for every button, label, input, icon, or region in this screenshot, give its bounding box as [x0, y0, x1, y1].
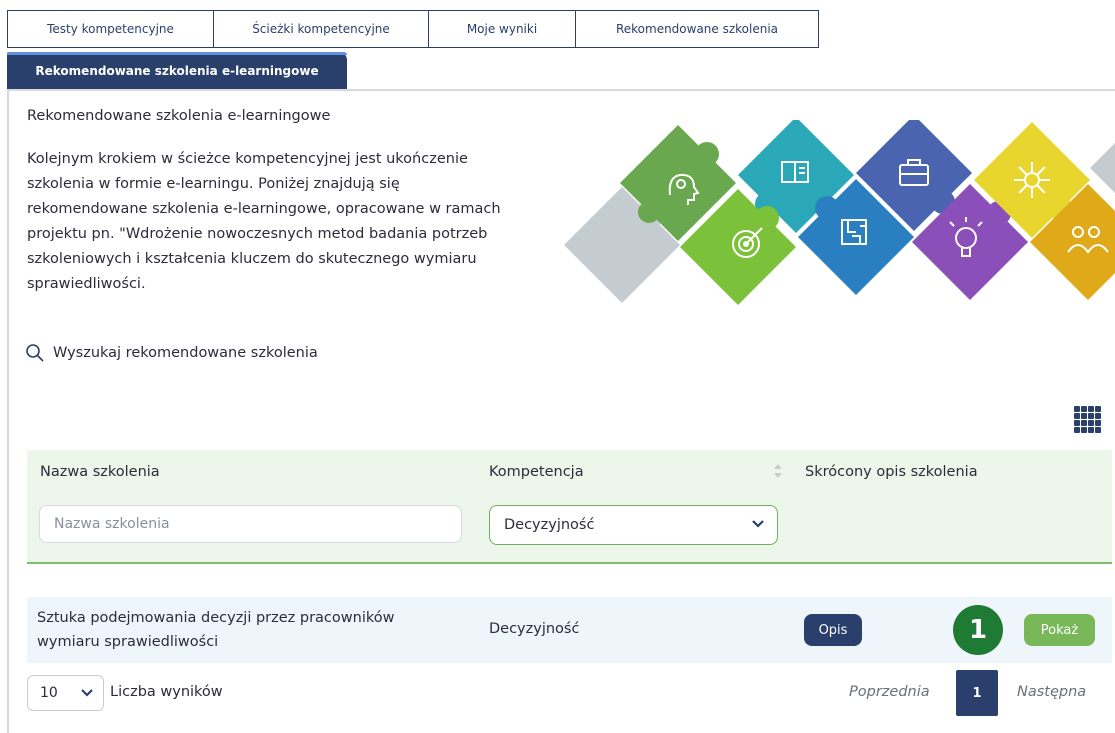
search-icon	[26, 344, 44, 362]
count-badge: 1	[953, 605, 1003, 655]
description-button[interactable]: Opis	[804, 614, 862, 646]
grid-view-icon[interactable]	[1074, 406, 1102, 434]
column-header-description: Skrócony opis szkolenia	[805, 464, 978, 480]
tab-testy-kompetencyjne[interactable]: Testy kompetencyjne	[7, 10, 213, 48]
chevron-down-icon	[752, 520, 764, 528]
column-header-name: Nazwa szkolenia	[40, 464, 160, 480]
training-name: Sztuka podejmowania decyzji przez pracow…	[37, 610, 395, 650]
pagination-next[interactable]: Następna	[1017, 684, 1086, 700]
pagination-previous[interactable]: Poprzednia	[849, 684, 930, 700]
active-tab-stripe	[7, 52, 347, 55]
intro-text: Kolejnym krokiem w ścieżce kompetencyjne…	[27, 151, 501, 292]
show-button[interactable]: Pokaż	[1024, 614, 1095, 646]
content-border-top	[7, 89, 1115, 91]
competence-filter-value: Decyzyjność	[504, 517, 595, 533]
filter-panel: Nazwa szkolenia Kompetencja Skrócony opi…	[27, 450, 1112, 564]
page-size-value: 10	[40, 685, 58, 701]
content-border-left	[7, 89, 9, 733]
puzzle-illustration	[560, 115, 1115, 310]
tab-sciezki-kompetencyjne[interactable]: Ścieżki kompetencyjne	[213, 10, 428, 48]
tab-rekomendowane-szkolenia-elearningowe[interactable]: Rekomendowane szkolenia e-learningowe	[7, 52, 347, 90]
light-grey-puzzle-piece	[1090, 143, 1115, 193]
pagination-page-1[interactable]: 1	[956, 670, 998, 716]
top-tabs: Testy kompetencyjne Ścieżki kompetencyjn…	[7, 10, 819, 48]
search-label: Wyszukaj rekomendowane szkolenia	[53, 345, 318, 361]
page-size-select[interactable]: 10	[27, 675, 104, 711]
competence-filter-select[interactable]: Decyzyjność	[489, 505, 778, 545]
table-row: Sztuka podejmowania decyzji przez pracow…	[27, 597, 1112, 663]
column-header-competence[interactable]: Kompetencja	[489, 464, 584, 480]
training-competence: Decyzyjność	[489, 621, 580, 637]
search-recommended-link[interactable]: Wyszukaj rekomendowane szkolenia	[25, 343, 318, 363]
results-count-label: Liczba wyników	[110, 684, 223, 700]
sort-icon[interactable]	[773, 463, 783, 479]
section-title: Rekomendowane szkolenia e-learningowe	[27, 108, 331, 124]
chevron-down-icon	[81, 689, 93, 697]
tab-rekomendowane-szkolenia[interactable]: Rekomendowane szkolenia	[575, 10, 819, 48]
name-filter-input[interactable]	[39, 505, 462, 543]
tab-moje-wyniki[interactable]: Moje wyniki	[428, 10, 575, 48]
